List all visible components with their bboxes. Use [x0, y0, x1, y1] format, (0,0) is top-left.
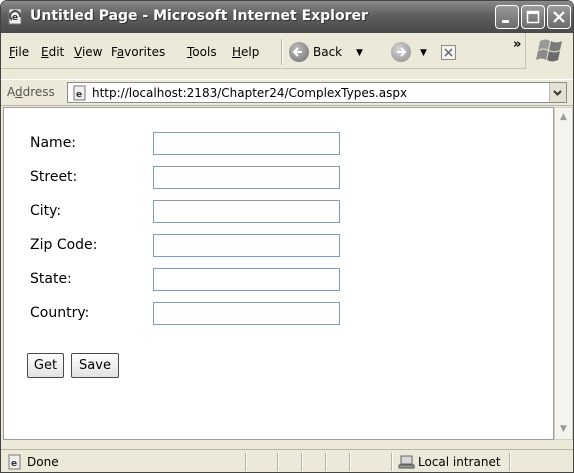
forward-dropdown-icon[interactable]: ▼	[420, 48, 427, 58]
state-input[interactable]	[153, 268, 340, 291]
maximize-button[interactable]	[521, 5, 545, 29]
back-dropdown-icon[interactable]: ▼	[356, 48, 363, 58]
status-divider	[349, 453, 351, 471]
city-label: City:	[30, 203, 62, 219]
local-intranet-icon	[398, 455, 415, 469]
get-button[interactable]: Get	[27, 353, 64, 378]
status-divider	[509, 453, 511, 471]
status-text: Done	[27, 455, 59, 469]
chevron-down-icon	[553, 90, 562, 96]
stop-icon	[444, 48, 453, 57]
address-input[interactable]: e http://localhost:2183/Chapter24/Comple…	[67, 82, 567, 103]
security-zone-text: Local intranet	[418, 455, 501, 469]
vertical-scrollbar[interactable]: ▲ ▼	[554, 107, 573, 440]
forward-arrow-icon	[397, 47, 407, 57]
back-button[interactable]: Back ▼	[289, 40, 383, 64]
save-button[interactable]: Save	[71, 353, 119, 378]
page-icon: e	[73, 85, 86, 101]
country-label: Country:	[30, 305, 90, 321]
forward-button[interactable]	[391, 42, 411, 62]
name-label: Name:	[30, 135, 77, 151]
scroll-down-icon[interactable]: ▼	[556, 422, 571, 437]
status-divider	[301, 453, 303, 471]
close-button[interactable]	[547, 5, 571, 29]
menu-favorites[interactable]: Favorites	[111, 45, 165, 59]
window-title: Untitled Page - Microsoft Internet Explo…	[30, 8, 368, 24]
menu-help[interactable]: Help	[232, 45, 259, 59]
address-url: http://localhost:2183/Chapter24/ComplexT…	[92, 86, 408, 100]
toolbar-separator	[281, 39, 283, 65]
ie-page-icon: e	[8, 8, 22, 25]
menu-view[interactable]: View	[74, 45, 102, 59]
back-arrow-icon	[289, 42, 309, 62]
back-label: Back	[313, 45, 343, 59]
street-label: Street:	[30, 169, 78, 185]
status-divider	[245, 453, 247, 471]
city-input[interactable]	[153, 200, 340, 223]
menu-file[interactable]: File	[9, 45, 29, 59]
status-divider	[391, 453, 393, 471]
toolbar-overflow-chevron[interactable]: »	[513, 37, 521, 52]
stop-button[interactable]	[441, 45, 456, 60]
svg-text:e: e	[12, 13, 18, 23]
status-divider	[325, 453, 327, 471]
state-label: State:	[30, 271, 72, 287]
zip-code-label: Zip Code:	[30, 237, 98, 253]
close-icon	[553, 11, 565, 23]
menu-bar: File Edit View Favorites Tools Help Back…	[1, 33, 573, 69]
address-bar: Address e http://localhost:2183/Chapter2…	[1, 79, 573, 106]
address-dropdown-button[interactable]	[549, 83, 566, 102]
page-content: Name: Street: City: Zip Code: State: Cou…	[3, 107, 554, 440]
svg-text:e: e	[11, 459, 17, 469]
status-divider	[277, 453, 279, 471]
browser-window: e Untitled Page - Microsoft Internet Exp…	[0, 0, 574, 473]
country-input[interactable]	[153, 302, 340, 325]
page-done-icon: e	[8, 454, 21, 470]
minimize-button[interactable]	[495, 5, 519, 29]
menu-tools[interactable]: Tools	[187, 45, 217, 59]
zip-code-input[interactable]	[153, 234, 340, 257]
maximize-icon	[526, 10, 540, 24]
minimize-icon	[502, 20, 509, 23]
status-bar: e Done Local intranet	[1, 449, 573, 472]
windows-logo-icon	[525, 33, 573, 69]
street-input[interactable]	[153, 166, 340, 189]
svg-text:e: e	[76, 90, 82, 100]
name-input[interactable]	[153, 132, 340, 155]
scroll-up-icon[interactable]: ▲	[556, 110, 571, 125]
menu-edit[interactable]: Edit	[41, 45, 64, 59]
title-bar[interactable]: e Untitled Page - Microsoft Internet Exp…	[1, 1, 573, 33]
address-label: Address	[7, 85, 55, 99]
